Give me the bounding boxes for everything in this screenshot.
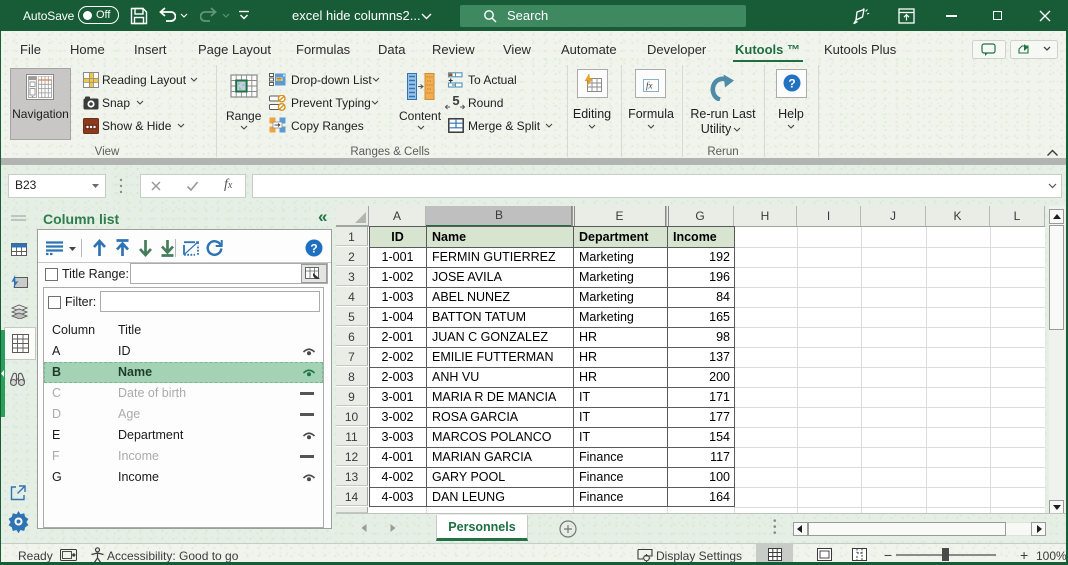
svg-text:fx: fx: [646, 81, 653, 91]
svg-text:?: ?: [310, 242, 317, 256]
svg-text:?: ?: [788, 77, 795, 91]
